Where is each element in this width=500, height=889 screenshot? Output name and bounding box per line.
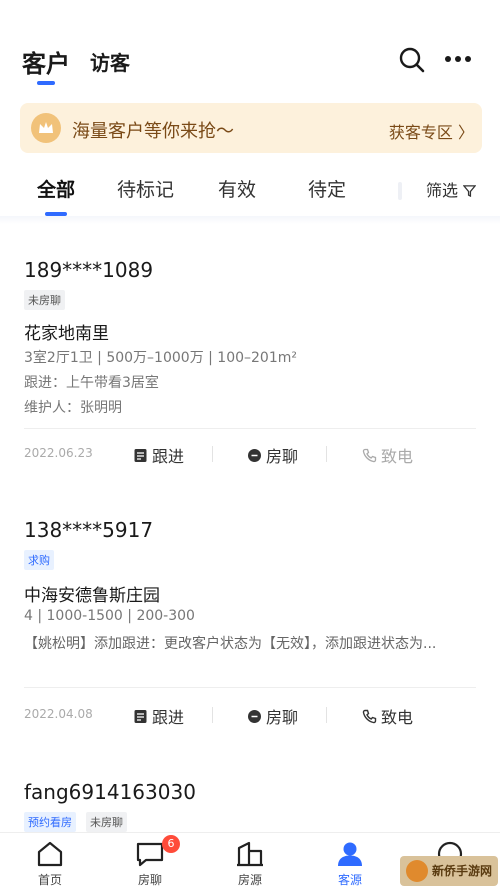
card-date: 2022.04.08 — [24, 707, 93, 721]
more-icon[interactable] — [443, 52, 473, 66]
note-icon — [134, 709, 147, 723]
crown-icon — [31, 113, 61, 143]
nav-chat[interactable]: 6 房聊 — [100, 833, 200, 889]
action-separator — [326, 446, 327, 462]
nav-home[interactable]: 首页 — [0, 833, 100, 889]
app-header: 客户 访客 — [0, 0, 500, 100]
chat-bubble-icon — [248, 448, 261, 462]
phone-icon — [362, 709, 377, 723]
tab-valid[interactable]: 有效 — [218, 175, 256, 202]
user-icon — [338, 842, 362, 866]
home-icon — [37, 841, 63, 867]
follow-up-text: 跟进：上午带看3居室 — [24, 375, 159, 391]
customer-card[interactable]: 138****5917 求购 中海安德鲁斯庄园 4 | 1000-1500 | … — [0, 486, 500, 748]
customer-phone: 138****5917 — [24, 518, 154, 542]
nav-label: 首页 — [37, 873, 62, 887]
action-separator — [212, 446, 213, 462]
tab-active-indicator — [37, 81, 55, 85]
customer-card[interactable]: fang6914163030 预约看房 未房聊 — [0, 748, 500, 832]
tab-visitors[interactable]: 访客 — [90, 47, 130, 76]
card-separator — [24, 428, 476, 429]
tab-customers[interactable]: 客户 — [22, 44, 70, 79]
follow-up-text: 【姚松明】添加跟进：更改客户状态为【无效】，添加跟进状态为... — [24, 636, 437, 652]
search-icon[interactable] — [398, 46, 426, 74]
status-tag: 未房聊 — [24, 290, 65, 310]
banner-text: 海量客户等你来抢～ — [72, 121, 234, 142]
nav-clients[interactable]: 客源 — [300, 833, 400, 889]
chat-button[interactable]: 房聊 — [247, 704, 298, 728]
follow-button[interactable]: 跟进 — [133, 443, 184, 467]
card-date: 2022.06.23 — [24, 446, 93, 460]
call-button[interactable]: 致电 — [362, 443, 413, 467]
customer-property: 中海安德鲁斯庄园 — [24, 586, 160, 606]
status-tag: 未房聊 — [86, 812, 127, 832]
customer-details: 4 | 1000-1500 | 200-300 — [24, 608, 195, 624]
tab-all[interactable]: 全部 — [37, 175, 75, 202]
unread-badge: 6 — [162, 835, 180, 853]
filter-divider — [398, 182, 402, 200]
funnel-icon — [462, 185, 477, 198]
nav-listings[interactable]: 房源 — [200, 833, 300, 889]
tab-pending[interactable]: 待定 — [308, 175, 346, 202]
nav-label: 客源 — [337, 873, 362, 887]
customer-details: 3室2厅1卫 | 500万–1000万 | 100–201m² — [24, 350, 297, 366]
customer-phone: 189****1089 — [24, 258, 154, 282]
chat-bubble-icon — [248, 709, 261, 723]
nav-label: 房源 — [237, 873, 262, 887]
call-button[interactable]: 致电 — [362, 704, 413, 728]
chat-button[interactable]: 房聊 — [247, 443, 298, 467]
filter-button[interactable]: 筛选 — [426, 177, 477, 201]
note-icon — [134, 448, 147, 462]
customer-property: 花家地南里 — [24, 324, 109, 344]
customer-phone: fang6914163030 — [24, 780, 196, 804]
follow-button[interactable]: 跟进 — [133, 704, 184, 728]
phone-icon — [362, 448, 377, 462]
action-separator — [212, 707, 213, 723]
status-tag: 求购 — [24, 550, 54, 570]
banner-link[interactable]: 获客专区 〉 — [389, 119, 474, 143]
action-separator — [326, 707, 327, 723]
card-separator — [24, 687, 476, 688]
section-divider — [0, 216, 500, 224]
promo-banner[interactable]: 海量客户等你来抢～ 获客专区 〉 — [20, 103, 482, 153]
status-tag: 预约看房 — [24, 812, 76, 832]
customer-card[interactable]: 189****1089 未房聊 花家地南里 3室2厅1卫 | 500万–1000… — [0, 224, 500, 486]
watermark-logo: 新侨手游网 — [400, 856, 498, 886]
tab-to-mark[interactable]: 待标记 — [117, 175, 174, 202]
filter-tabs: 全部 待标记 有效 待定 筛选 — [0, 160, 500, 220]
watermark-icon — [406, 860, 428, 882]
chat-icon — [136, 842, 164, 867]
maintainer-text: 维护人：张明明 — [24, 400, 122, 416]
nav-label: 房聊 — [137, 873, 162, 887]
building-icon — [237, 841, 263, 867]
